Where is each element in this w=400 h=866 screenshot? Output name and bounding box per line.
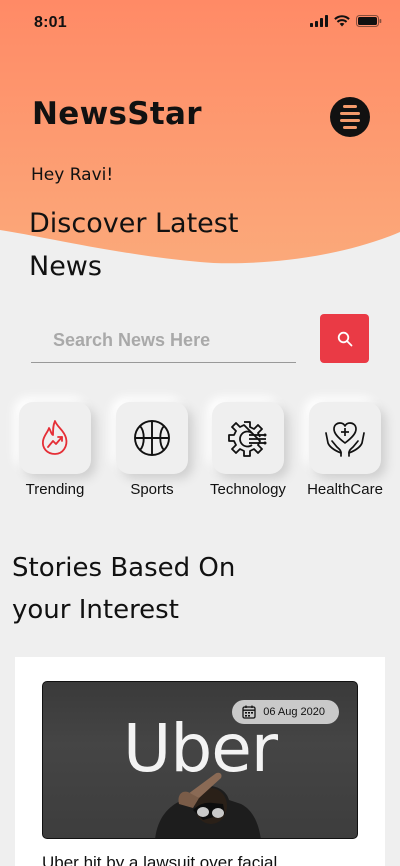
menu-icon-line <box>340 119 360 122</box>
status-time: 8:01 <box>34 14 67 31</box>
category-healthcare[interactable]: HealthCare <box>306 402 384 498</box>
category-technology[interactable]: Technology <box>209 402 287 498</box>
battery-icon <box>356 15 382 27</box>
story-image[interactable]: Uber 06 Aug 2020 <box>42 681 358 839</box>
flame-trend-icon <box>42 420 68 455</box>
category-sports[interactable]: Sports <box>113 402 191 498</box>
story-title[interactable]: Uber hit by a lawsuit over facial <box>42 853 277 866</box>
search-icon <box>337 331 352 346</box>
category-label: HealthCare <box>307 481 383 498</box>
section-title: Stories Based On your Interest <box>12 553 236 625</box>
category-card[interactable] <box>212 402 284 474</box>
status-icons <box>310 15 382 27</box>
category-card[interactable] <box>19 402 91 474</box>
page-headline: Discover Latest News <box>29 208 239 282</box>
greeting-text: Hey Ravi! <box>31 165 114 185</box>
search-button[interactable] <box>320 314 369 363</box>
story-card[interactable]: Uber 06 Aug 2020 Uber hit by a lawsuit o… <box>15 657 385 866</box>
gear-circuit-icon <box>228 421 267 457</box>
category-card[interactable] <box>309 402 381 474</box>
heart-hands-icon <box>325 422 365 457</box>
signal-icon <box>310 15 328 27</box>
status-bar: 8:01 <box>0 0 400 44</box>
wifi-icon <box>334 15 350 27</box>
category-trending[interactable]: Trending <box>16 402 94 498</box>
menu-icon-line <box>343 105 357 108</box>
search-input[interactable] <box>31 318 296 363</box>
basketball-icon <box>134 420 170 456</box>
category-card[interactable] <box>116 402 188 474</box>
menu-icon-line <box>340 112 360 115</box>
menu-icon-line <box>343 126 357 129</box>
person-pointing-image <box>155 772 261 838</box>
app-title: NewsStar <box>32 96 202 132</box>
menu-button[interactable] <box>330 97 370 137</box>
